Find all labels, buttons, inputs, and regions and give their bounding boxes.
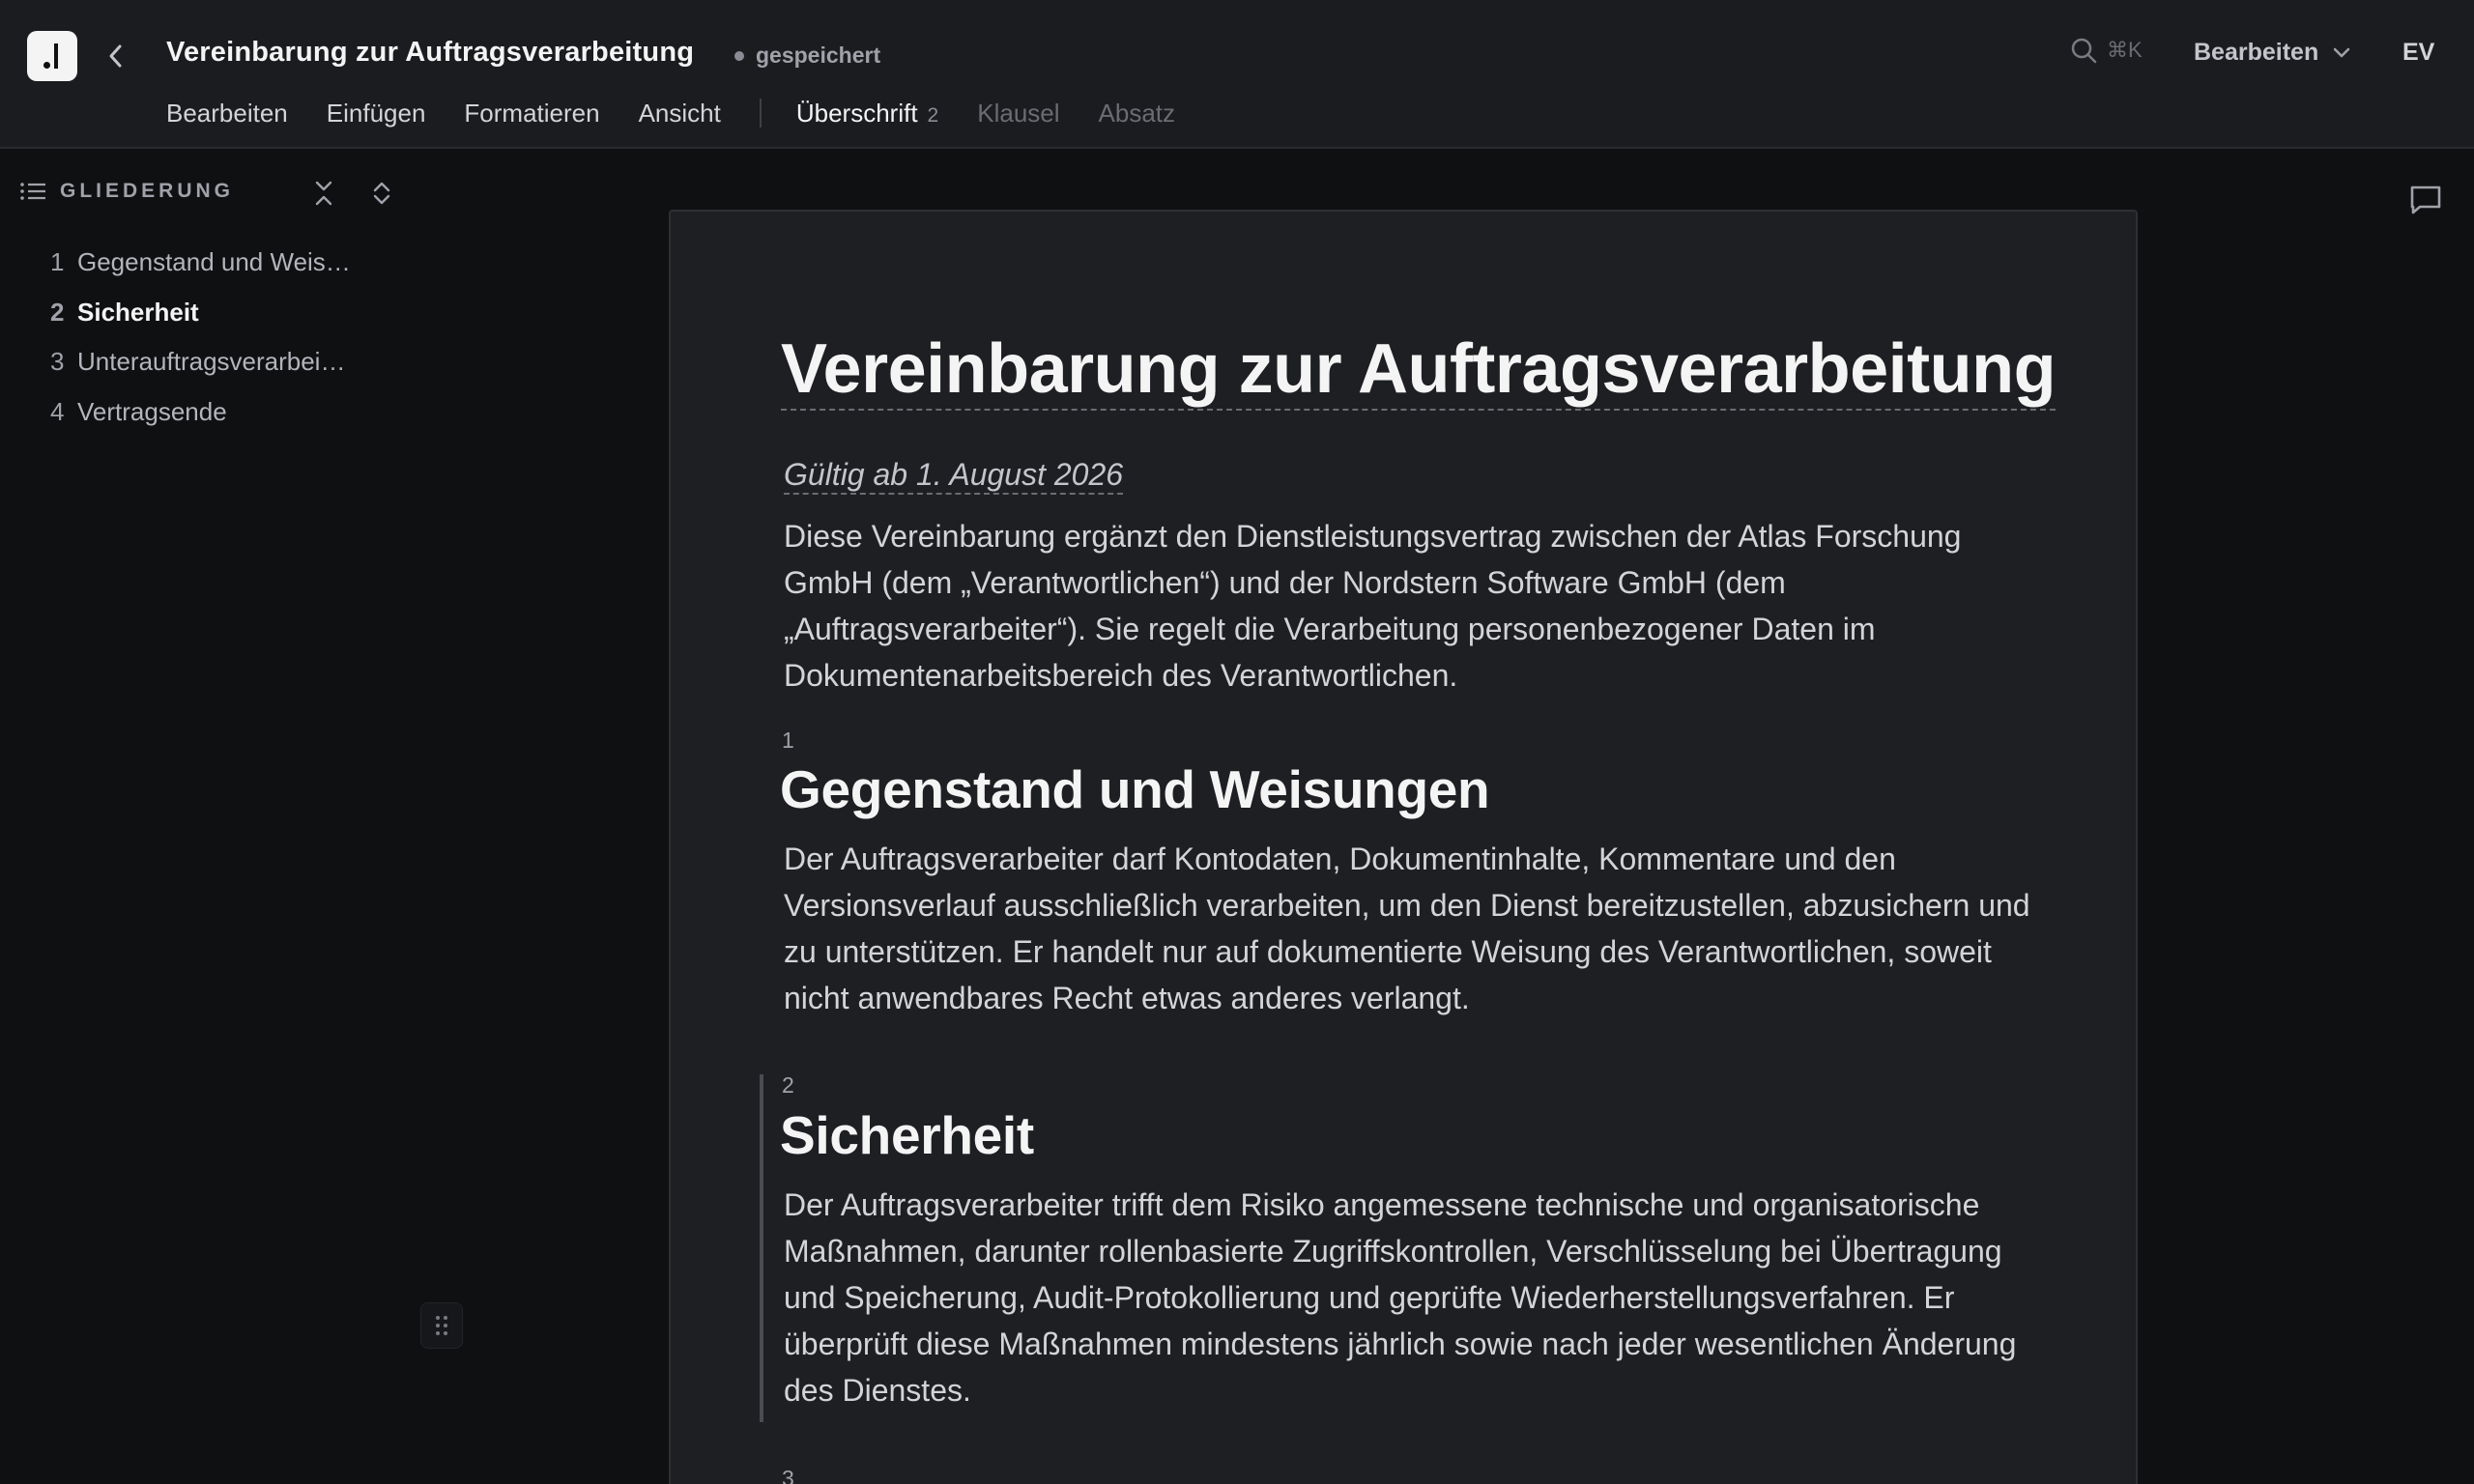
menu-einfuegen[interactable]: Einfügen <box>327 99 426 128</box>
block-type-heading[interactable]: Überschrift 2 <box>796 99 938 128</box>
outline-title: GLIEDERUNG <box>60 180 235 202</box>
top-bar: Vereinbarung zur Auftragsverarbeitung ge… <box>0 0 2474 149</box>
outline-header: GLIEDERUNG <box>19 180 234 203</box>
menu-bar: Bearbeiten Einfügen Formatieren Ansicht … <box>166 97 1214 129</box>
section-number: 1 <box>782 728 794 753</box>
document-page: Vereinbarung zur Auftragsverarbeitung Gü… <box>669 210 2138 1484</box>
menu-formatieren[interactable]: Formatieren <box>464 99 599 128</box>
outline-item-label: Vertragsende <box>77 396 227 426</box>
mode-label: Bearbeiten <box>2194 39 2319 66</box>
app-logo[interactable] <box>27 31 77 81</box>
block-type-clause[interactable]: Klausel <box>977 99 1059 128</box>
outline-list: 1 Gegenstand und Weis… 2 Sicherheit 3 Un… <box>50 247 351 446</box>
outline-item-2[interactable]: 2 Sicherheit <box>50 298 351 348</box>
back-button[interactable] <box>101 37 131 75</box>
search-shortcut: ⌘K <box>2107 38 2143 62</box>
list-icon <box>20 183 45 200</box>
document-heading[interactable]: Vereinbarung zur Auftragsverarbeitung <box>781 332 2057 411</box>
search-button[interactable]: ⌘K <box>2070 37 2143 64</box>
search-icon <box>2071 38 2097 64</box>
outline-item-label: Gegenstand und Weis… <box>77 247 351 276</box>
section-number: 2 <box>782 1072 794 1098</box>
chevron-down-icon <box>2333 47 2350 57</box>
save-status: gespeichert <box>734 43 880 69</box>
outline-item-number: 3 <box>50 347 65 376</box>
section-heading[interactable]: Gegenstand und Weisungen <box>780 758 1490 820</box>
expand-all-button[interactable] <box>369 180 394 212</box>
outline-item-number: 1 <box>50 247 65 276</box>
outline-item-4[interactable]: 4 Vertragsende <box>50 397 351 447</box>
section-number: 3 <box>782 1466 794 1484</box>
block-type-heading-label: Überschrift <box>795 98 918 128</box>
active-block-indicator <box>760 1074 763 1422</box>
section-heading[interactable]: Sicherheit <box>780 1104 1034 1166</box>
save-status-label: gespeichert <box>756 43 881 68</box>
expand-icon <box>373 182 390 205</box>
user-avatar[interactable]: EV <box>2402 39 2434 67</box>
chevron-left-icon <box>109 44 122 68</box>
collapse-icon <box>315 181 332 206</box>
logo-dot <box>43 62 50 69</box>
logo-bar <box>54 43 58 69</box>
heading-level-badge: 2 <box>927 103 939 127</box>
collapse-all-button[interactable] <box>311 180 336 212</box>
outline-item-1[interactable]: 1 Gegenstand und Weis… <box>50 247 351 298</box>
outline-item-number: 2 <box>50 297 65 327</box>
document-title[interactable]: Vereinbarung zur Auftragsverarbeitung <box>166 37 694 69</box>
comments-button[interactable] <box>2408 184 2443 221</box>
outline-item-number: 4 <box>50 396 65 426</box>
outline-item-label: Unterauftragsverarbei… <box>77 347 346 376</box>
menu-bearbeiten[interactable]: Bearbeiten <box>166 99 288 128</box>
block-type-paragraph[interactable]: Absatz <box>1099 99 1176 128</box>
effective-date[interactable]: Gültig ab 1. August 2026 <box>784 457 1124 495</box>
status-dot-icon <box>734 50 744 61</box>
outline-item-label: Sicherheit <box>77 297 199 327</box>
menu-ansicht[interactable]: Ansicht <box>639 99 721 128</box>
menu-divider <box>759 99 762 128</box>
comment-icon <box>2410 186 2441 214</box>
drag-handle-icon <box>436 1316 447 1335</box>
section-paragraph[interactable]: Der Auftragsverarbeiter trifft dem Risik… <box>784 1182 2030 1413</box>
outline-sidebar: GLIEDERUNG 1 Gegenstand und Weis… 2 Sich… <box>0 151 464 1484</box>
sidebar-resize-handle[interactable] <box>420 1302 463 1349</box>
outline-item-3[interactable]: 3 Unterauftragsverarbei… <box>50 347 351 397</box>
intro-paragraph[interactable]: Diese Vereinbarung ergänzt den Dienstlei… <box>784 513 2030 699</box>
mode-dropdown[interactable]: Bearbeiten <box>2194 39 2351 67</box>
section-paragraph[interactable]: Der Auftragsverarbeiter darf Kontodaten,… <box>784 836 2030 1021</box>
